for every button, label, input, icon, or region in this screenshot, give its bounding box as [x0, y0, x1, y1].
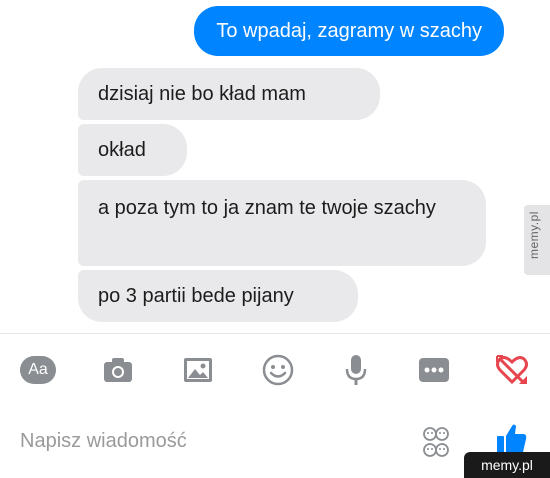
- microphone-icon: [345, 355, 367, 385]
- voice-button[interactable]: [338, 352, 374, 388]
- gallery-button[interactable]: [180, 352, 216, 388]
- message-incoming[interactable]: po 3 partii bede pijany: [78, 270, 358, 322]
- heart-arrow-icon: [496, 355, 528, 385]
- text-style-label: Aa: [28, 361, 48, 378]
- camera-button[interactable]: [100, 352, 136, 388]
- heart-button[interactable]: [494, 352, 530, 388]
- message-incoming[interactable]: a poza tym to ja znam te twoje szachy: [78, 180, 486, 266]
- stickers-button[interactable]: [423, 426, 449, 460]
- message-incoming[interactable]: dzisiaj nie bo kład mam: [78, 68, 380, 120]
- message-incoming[interactable]: okład: [78, 124, 187, 176]
- composer-toolbar: Aa: [0, 340, 550, 400]
- text-style-button[interactable]: Aa: [20, 352, 56, 388]
- corner-watermark: memy.pl: [464, 452, 550, 478]
- corner-watermark-text: memy.pl: [481, 457, 533, 473]
- camera-icon: [104, 358, 132, 382]
- more-icon: [419, 358, 449, 382]
- emoji-button[interactable]: [260, 352, 296, 388]
- divider: [0, 333, 550, 334]
- message-outgoing[interactable]: To wpadaj, zagramy w szachy: [194, 6, 504, 56]
- thumbs-up-icon: [497, 424, 527, 454]
- side-watermark: memy.pl: [524, 205, 550, 275]
- emoji-icon: [262, 354, 294, 386]
- side-watermark-text: memy.pl: [527, 211, 541, 259]
- message-input[interactable]: Napisz wiadomość: [20, 430, 187, 453]
- stickers-icon: [423, 427, 449, 457]
- more-button[interactable]: [416, 352, 452, 388]
- text-style-icon: Aa: [20, 356, 56, 384]
- image-icon: [184, 358, 212, 382]
- composer: Napisz wiadomość memy.pl: [0, 410, 550, 478]
- conversation: To wpadaj, zagramy w szachy dzisiaj nie …: [0, 0, 550, 330]
